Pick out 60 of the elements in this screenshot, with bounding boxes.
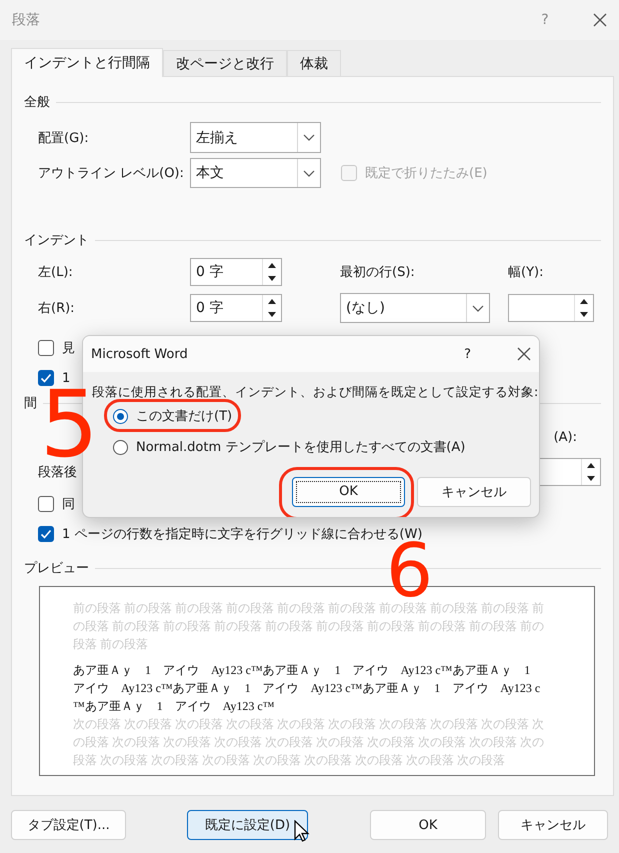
- checkbox[interactable]: [38, 370, 54, 386]
- tab[interactable]: 改ページと改行: [163, 50, 287, 76]
- spin-field[interactable]: 0 字: [190, 294, 282, 322]
- checkbox-label: 同: [62, 496, 75, 513]
- button[interactable]: OK: [370, 810, 486, 840]
- section-heading: 間: [24, 395, 37, 412]
- checkbox[interactable]: [38, 340, 54, 356]
- close-icon: [593, 13, 607, 27]
- field-label: 配置(G):: [38, 130, 90, 146]
- button[interactable]: キャンセル: [417, 476, 531, 506]
- close-icon: [517, 347, 531, 361]
- button[interactable]: OK: [292, 476, 405, 506]
- checkbox-label: 既定で折りたたみ(E): [365, 165, 488, 182]
- dialog-title: Microsoft Word: [91, 346, 189, 362]
- radio-button[interactable]: [113, 408, 128, 424]
- down-triangle-icon: [268, 276, 276, 281]
- help-button[interactable]: ?: [464, 346, 471, 362]
- checkbox[interactable]: [38, 496, 54, 512]
- button[interactable]: 既定に設定(D): [187, 810, 308, 840]
- up-triangle-icon: [587, 463, 595, 468]
- checkmark-icon: [40, 529, 52, 539]
- radio-label: この文書だけ(T): [136, 408, 232, 425]
- spin-field[interactable]: [508, 294, 594, 322]
- up-triangle-icon: [580, 299, 588, 304]
- down-triangle-icon: [580, 312, 588, 317]
- dropdown[interactable]: 本文: [190, 158, 321, 188]
- field-label: 左(L):: [38, 264, 74, 281]
- radio-button[interactable]: [113, 440, 128, 454]
- chevron-down-icon: [303, 134, 315, 141]
- down-triangle-icon: [587, 476, 595, 481]
- dropdown[interactable]: 左揃え: [190, 122, 321, 153]
- button[interactable]: キャンセル: [498, 810, 608, 840]
- section-heading: プレビュー: [24, 560, 89, 577]
- checkbox-label: 1: [62, 370, 70, 386]
- chevron-down-icon: [303, 170, 315, 176]
- section-heading: インデント: [24, 232, 89, 249]
- checkbox-label: 1 ページの行数を指定時に文字を行グリッド線に合わせる(W): [62, 526, 422, 542]
- tab[interactable]: インデントと行間隔: [11, 48, 163, 77]
- checkmark-icon: [40, 373, 52, 383]
- field-label: 段落後: [38, 464, 77, 481]
- preview-text: あア亜Ａｙ 1 アイウ Ay123 c™あア亜Ａｙ 1 アイウ Ay123 c™あア亜Ａｙ 1 アイウ Ay123 c™あア亜Ａｙ 1 アイウ Ay123 c™あア亜Ａｙ 1 アイウ Ay123 c™あア亜Ａｙ 1 アイウ Ay123 c™: [73, 662, 542, 715]
- dropdown[interactable]: (なし): [340, 293, 490, 323]
- tab[interactable]: 体裁: [287, 50, 341, 76]
- field-label: (A):: [554, 430, 577, 444]
- field-label: 最初の行(S):: [340, 264, 416, 281]
- field-label: 幅(Y):: [508, 264, 544, 281]
- checkbox-label: 見: [62, 340, 75, 357]
- button[interactable]: タブ設定(T)...: [11, 810, 126, 840]
- chevron-down-icon: [472, 304, 484, 312]
- down-triangle-icon: [268, 312, 276, 317]
- field-label: アウトライン レベル(O):: [38, 165, 185, 182]
- window-title: 段落: [12, 11, 41, 29]
- radio-label: Normal.dotm テンプレートを使用したすべての文書(A): [136, 439, 466, 456]
- section-heading: 全般: [24, 94, 50, 111]
- cursor-icon: [294, 820, 310, 843]
- checkbox[interactable]: [38, 526, 54, 542]
- spin-field[interactable]: 0 字: [190, 258, 282, 286]
- up-triangle-icon: [268, 263, 276, 268]
- field-label: 右(R):: [38, 300, 76, 317]
- up-triangle-icon: [268, 299, 276, 304]
